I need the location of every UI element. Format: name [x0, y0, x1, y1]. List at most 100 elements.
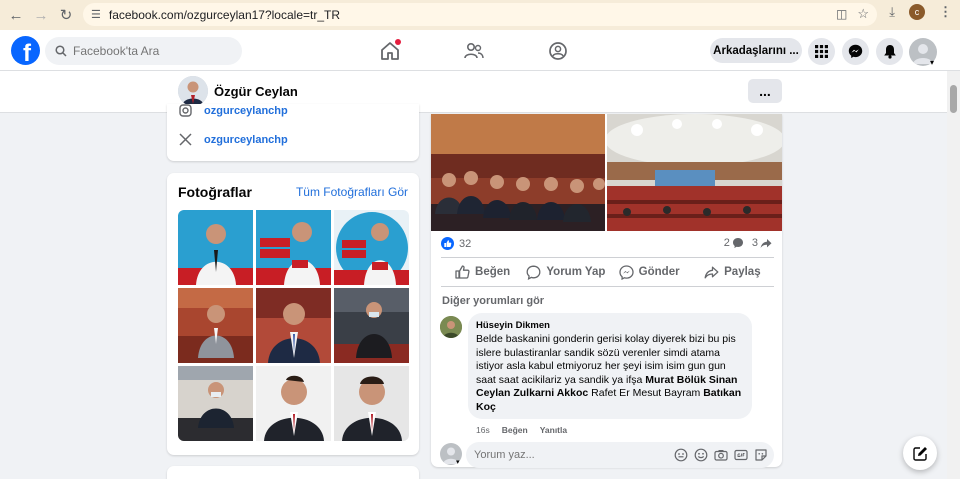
url-text: facebook.com/ozgurceylan17?locale=tr_TR [108, 7, 341, 22]
photo-grid [178, 210, 409, 441]
share-button[interactable]: Paylaş [691, 258, 774, 286]
comment-reply-button[interactable]: Yanıtla [540, 425, 567, 435]
profile-sticky-header: Özgür Ceylan ... [0, 71, 947, 113]
comment-count-group[interactable]: 2 [724, 237, 744, 249]
all-photos-link[interactable]: Tüm Fotoğrafları Gör [296, 185, 408, 199]
messenger-icon [848, 44, 863, 58]
grid-menu-icon [815, 45, 828, 58]
profile-avatar[interactable] [178, 76, 208, 106]
groups-icon [549, 42, 567, 60]
photo-thumbnail[interactable] [256, 288, 331, 363]
emoji-icon[interactable] [694, 448, 708, 462]
comment-button[interactable]: Yorum Yap [524, 258, 607, 286]
comment-composer[interactable] [466, 442, 774, 468]
page-scrollbar[interactable] [947, 71, 960, 479]
post-action-bar: Beğen Yorum Yap Gönder Paylaş [441, 257, 774, 287]
writer-avatar-chevron-icon[interactable]: ▾ [456, 458, 460, 466]
photos-card: Fotoğraflar Tüm Fotoğrafları Gör [167, 173, 419, 455]
photo-thumbnail[interactable] [334, 288, 409, 363]
intro-card: ozgurceylanchp ozgurceylanchp [167, 104, 419, 161]
commenter-avatar[interactable] [440, 316, 462, 338]
notifications-button[interactable] [876, 38, 903, 65]
x-handle[interactable]: ozgurceylanchp [204, 134, 288, 146]
home-tab[interactable] [377, 38, 403, 64]
photo-thumbnail[interactable] [178, 366, 253, 441]
instagram-link-row[interactable]: ozgurceylanchp [179, 104, 288, 117]
share-icon [704, 266, 719, 278]
reaction-count: 32 [459, 237, 472, 250]
messenger-send-icon [619, 264, 634, 280]
search-input[interactable] [73, 44, 223, 58]
post-photo-right[interactable] [607, 114, 782, 231]
x-link-row[interactable]: ozgurceylanchp [179, 133, 288, 146]
reactions-summary[interactable]: 32 [441, 237, 471, 250]
browser-menu-icon[interactable]: ⋮ [939, 4, 952, 20]
view-more-comments-link[interactable]: Diğer yorumları gör [442, 295, 544, 307]
share-arrow-icon [760, 238, 772, 248]
download-icon[interactable]: ⤓ [889, 4, 895, 20]
camera-icon[interactable] [714, 448, 728, 462]
reload-icon[interactable]: ↻ [55, 4, 77, 26]
profile-more-button[interactable]: ... [748, 79, 782, 103]
mention-link[interactable]: Zulkarni Akkoc [513, 387, 588, 399]
gif-icon[interactable] [734, 448, 748, 462]
bookmark-star-icon[interactable]: ☆ [857, 6, 869, 22]
engagement-counts: 2 3 [724, 237, 772, 249]
composer-tools [674, 448, 768, 462]
post-photo-left[interactable] [431, 114, 605, 231]
instagram-icon [179, 104, 192, 117]
photo-thumbnail[interactable] [256, 366, 331, 441]
site-info-icon[interactable]: ☰ [91, 8, 101, 21]
mention-link[interactable]: Murat Bölük [645, 374, 706, 386]
x-logo-icon [179, 133, 192, 146]
photo-thumbnail[interactable] [178, 210, 253, 285]
photo-thumbnail[interactable] [334, 366, 409, 441]
comment-icon [526, 265, 541, 280]
sticker-icon[interactable] [754, 448, 768, 462]
forward-icon[interactable]: → [30, 4, 52, 26]
account-chevron-icon[interactable]: ▾ [930, 58, 934, 67]
profile-name[interactable]: Özgür Ceylan [214, 84, 298, 99]
messenger-button[interactable] [842, 38, 869, 65]
comment-bubble: Hüseyin Dikmen Belde baskanini gonderin … [468, 313, 752, 419]
search-icon [55, 45, 67, 57]
photo-thumbnail[interactable] [178, 288, 253, 363]
facebook-search[interactable] [45, 37, 242, 65]
photos-title[interactable]: Fotoğraflar [178, 184, 252, 200]
bell-icon [883, 45, 896, 59]
comment-like-button[interactable]: Beğen [502, 425, 528, 435]
like-button[interactable]: Beğen [441, 258, 524, 286]
compose-icon [912, 446, 927, 461]
send-button[interactable]: Gönder [608, 258, 691, 286]
like-reaction-icon [441, 237, 454, 250]
comment-label: Yorum Yap [546, 266, 606, 278]
comment-author[interactable]: Hüseyin Dikmen [476, 320, 744, 331]
scrollbar-thumb[interactable] [950, 85, 957, 113]
friends-icon [464, 42, 484, 59]
share-count-group[interactable]: 3 [752, 237, 772, 249]
instagram-handle[interactable]: ozgurceylanchp [204, 105, 288, 117]
install-app-icon[interactable]: ◫ [836, 7, 847, 21]
like-label: Beğen [475, 266, 511, 278]
photo-thumbnail[interactable] [256, 210, 331, 285]
find-friends-button[interactable]: Arkadaşlarını ... [710, 38, 802, 63]
post-card: 32 2 3 Beğen Yorum Yap Gönder Paylaş Diğ… [431, 114, 782, 468]
photo-thumbnail[interactable] [334, 210, 409, 285]
home-notification-dot [395, 39, 401, 45]
groups-tab[interactable] [545, 38, 571, 64]
thumbs-up-icon [455, 265, 470, 279]
friends-tab[interactable] [461, 38, 487, 64]
comment-time[interactable]: 16s [476, 425, 490, 435]
back-icon[interactable]: ← [5, 4, 27, 26]
address-bar[interactable]: ☰ facebook.com/ozgurceylan17?locale=tr_T… [83, 3, 877, 26]
comment-text-block: Belde baskanini gonderin gerisi kolay di… [476, 333, 744, 415]
next-card-stub [167, 466, 419, 479]
menu-button[interactable] [808, 38, 835, 65]
new-message-button[interactable] [903, 436, 937, 470]
share-count: 3 [751, 237, 758, 249]
comment-input[interactable] [474, 449, 664, 461]
avatar-sticker-icon[interactable] [674, 448, 688, 462]
facebook-logo-icon[interactable]: f [11, 36, 40, 65]
browser-toolbar: ← → ↻ ☰ facebook.com/ozgurceylan17?local… [0, 0, 960, 30]
browser-profile-avatar[interactable]: c [909, 4, 925, 20]
